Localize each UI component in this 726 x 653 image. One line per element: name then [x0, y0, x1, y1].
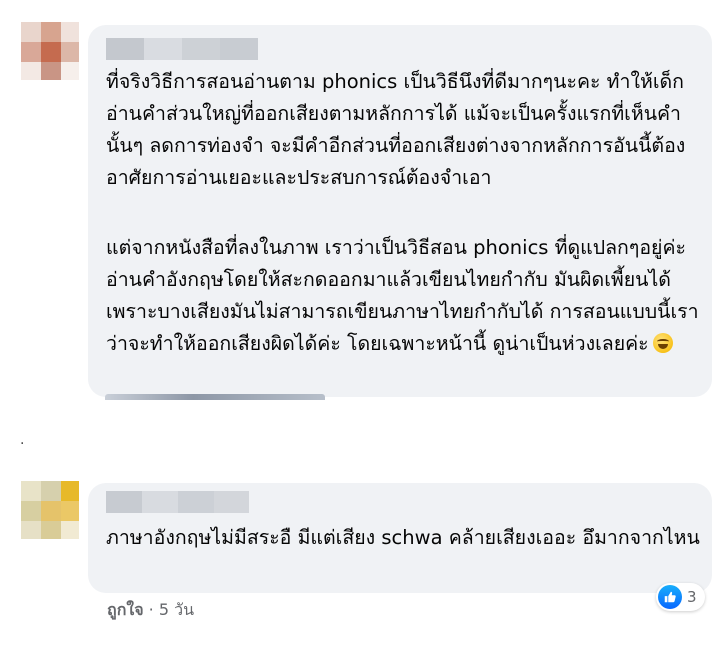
- grinning-sweat-emoji-icon: [652, 333, 673, 353]
- comment-text: ที่จริงวิธีการสอนอ่านตาม phonics เป็นวิธ…: [106, 70, 686, 189]
- comment-text: แต่จากหนังสือที่ลงในภาพ เราว่าเป็นวิธีสอ…: [106, 232, 702, 360]
- comment-bubble: ภาษาอังกฤษไม่มีสระอื มีแต่เสียง schwa คล…: [88, 483, 712, 593]
- like-button[interactable]: ถูกใจ: [107, 600, 144, 619]
- reaction-count: 3: [687, 588, 697, 606]
- thumbs-up-icon: [658, 585, 682, 609]
- comment-bubble: ที่จริงวิธีการสอนอ่านตาม phonics เป็นวิธ…: [88, 25, 712, 397]
- comment-text-span: แต่จากหนังสือที่ลงในภาพ เราว่าเป็นวิธีสอ…: [106, 236, 699, 355]
- reaction-summary[interactable]: 3: [656, 583, 705, 611]
- separator-dot: .: [20, 432, 25, 448]
- avatar[interactable]: [21, 481, 79, 539]
- comment-text: ภาษาอังกฤษไม่มีสระอื มีแต่เสียง schwa คล…: [106, 526, 700, 549]
- author-name[interactable]: [106, 491, 249, 513]
- avatar[interactable]: [21, 22, 79, 80]
- separator-dot: ·: [148, 600, 154, 619]
- timestamp[interactable]: 5 วัน: [159, 600, 194, 619]
- author-name[interactable]: [106, 38, 258, 60]
- attachment-preview[interactable]: [105, 394, 325, 400]
- comment-actions: ถูกใจ · 5 วัน: [107, 598, 194, 623]
